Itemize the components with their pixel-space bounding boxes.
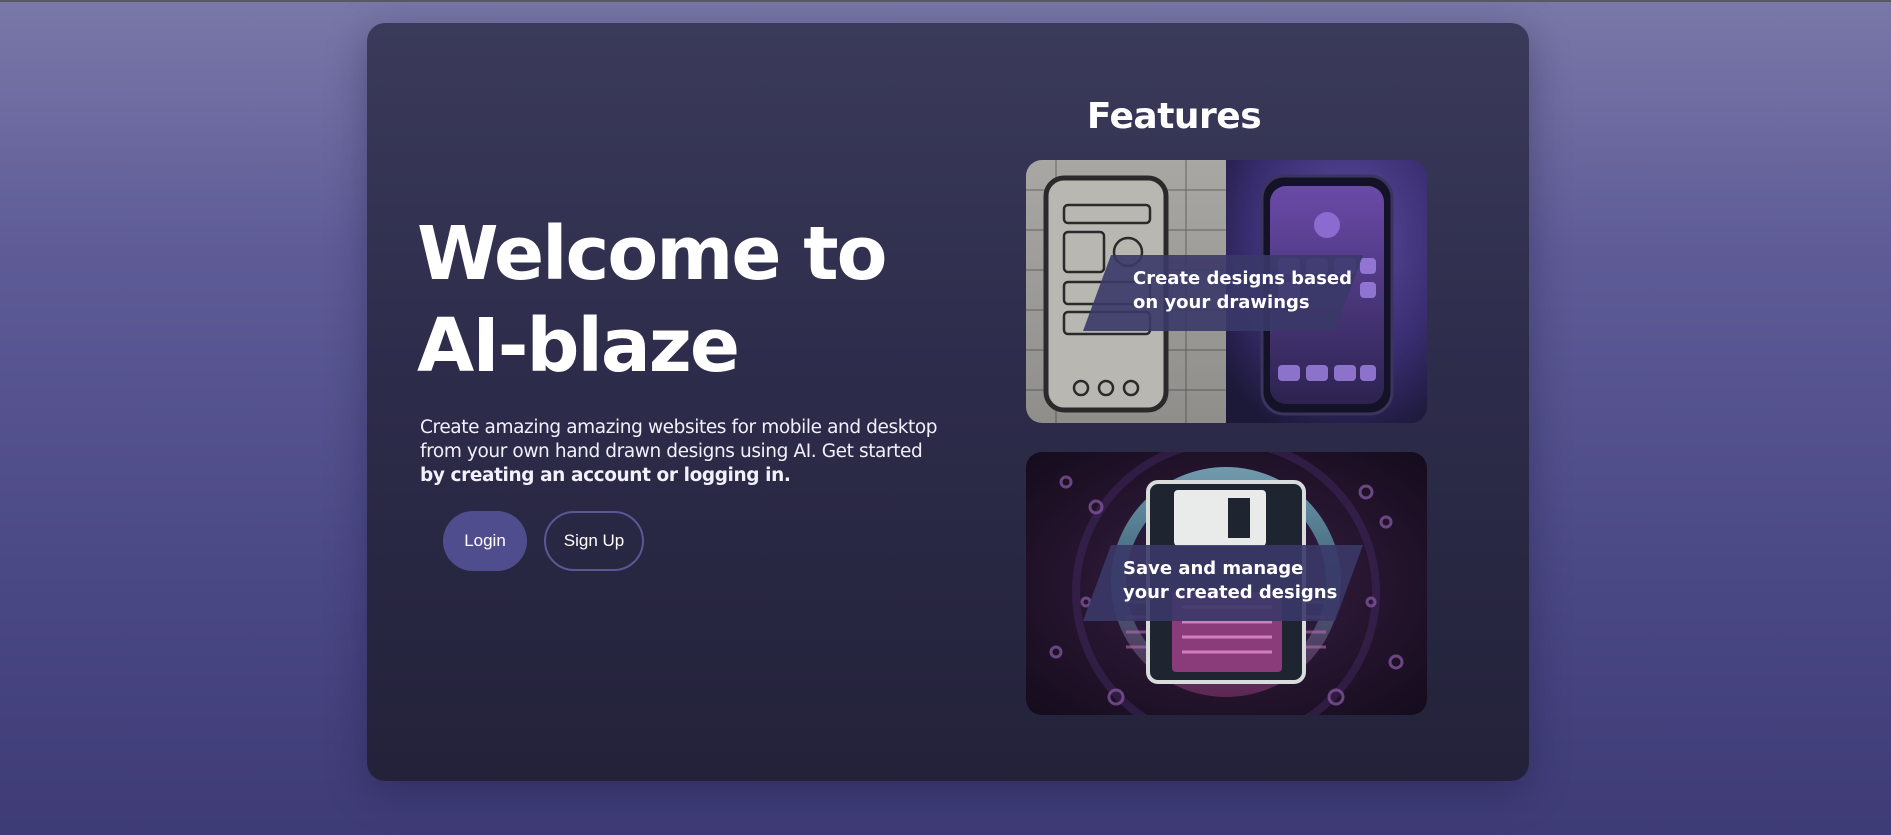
hero-description-text: Create amazing amazing websites for mobi… xyxy=(420,417,938,462)
feature-caption-save: Save and manage your created designs xyxy=(1083,545,1363,621)
hero-description-bold: by creating an account or logging in. xyxy=(420,465,791,486)
feature-caption-text: Create designs based on your drawings xyxy=(1133,267,1363,315)
feature-caption-text: Save and manage your created designs xyxy=(1123,557,1353,605)
hero-title: Welcome to AI-blaze xyxy=(417,208,917,392)
feature-caption-line1: Save and manage xyxy=(1123,558,1304,579)
feature-card-designs: Create designs based on your drawings xyxy=(1026,160,1427,423)
login-button[interactable]: Login xyxy=(443,511,527,571)
signup-button[interactable]: Sign Up xyxy=(544,511,644,571)
feature-card-save: Save and manage your created designs xyxy=(1026,452,1427,715)
feature-caption-line1: Create designs based xyxy=(1133,268,1353,289)
window-top-border xyxy=(0,0,1891,2)
hero-title-line1: Welcome to xyxy=(417,211,888,297)
hero-description: Create amazing amazing websites for mobi… xyxy=(420,416,940,488)
hero-title-line2: AI-blaze xyxy=(417,303,740,389)
features-title: Features xyxy=(1086,96,1262,137)
feature-caption-line2: on your drawings xyxy=(1133,292,1310,313)
welcome-card: Welcome to AI-blaze Create amazing amazi… xyxy=(367,23,1529,781)
feature-caption-line2: your created designs xyxy=(1123,582,1338,603)
feature-caption-designs: Create designs based on your drawings xyxy=(1083,255,1363,331)
